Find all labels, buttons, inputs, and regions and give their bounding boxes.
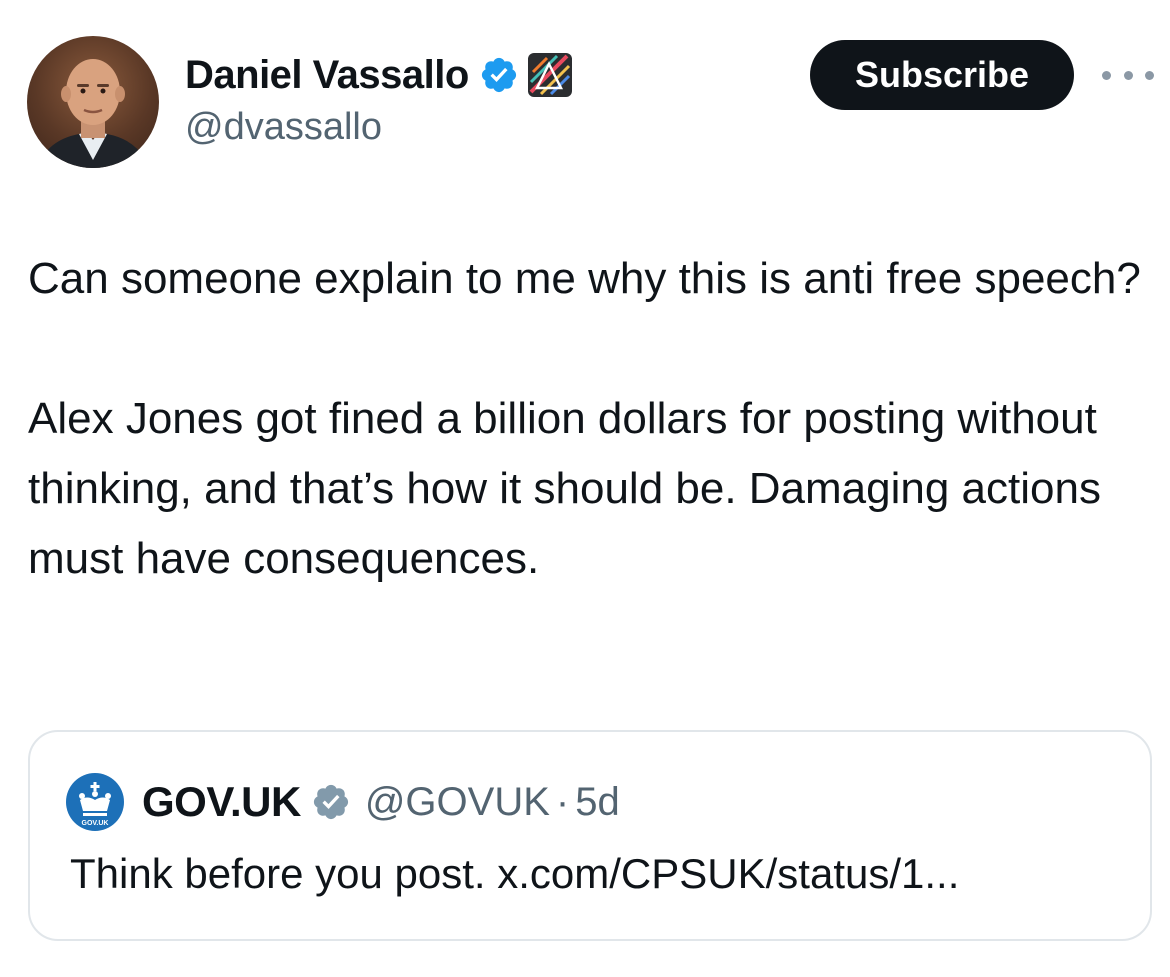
verified-badge-icon[interactable] (479, 55, 519, 95)
quoted-tweet-header: GOV.UK GOV.UK @GOVUK · 5d (66, 773, 620, 831)
more-dot (1123, 70, 1133, 80)
author-avatar[interactable] (27, 36, 159, 168)
more-dot (1145, 70, 1154, 80)
tweet-text: Can someone explain to me why this is an… (28, 244, 1148, 594)
author-name-row: Daniel Vassallo (185, 50, 573, 100)
quoted-display-name[interactable]: GOV.UK (142, 778, 301, 826)
gov-verified-badge-icon[interactable] (311, 782, 351, 822)
quoted-tweet-text[interactable]: Think before you post. x.com/CPSUK/statu… (70, 850, 959, 898)
author-display-name[interactable]: Daniel Vassallo (185, 53, 469, 98)
author-avatar-image (37, 59, 149, 168)
quoted-tweet[interactable]: GOV.UK GOV.UK @GOVUK · 5d Think before y… (28, 730, 1152, 941)
govuk-avatar-label: GOV.UK (82, 820, 109, 827)
quoted-handle[interactable]: @GOVUK (365, 780, 550, 825)
tweet[interactable]: Daniel Vassallo @dvassallo Subscribe Can… (0, 0, 1170, 977)
quoted-timestamp[interactable]: 5d (575, 780, 620, 825)
affiliate-badge-icon[interactable] (527, 52, 573, 98)
more-dot (1102, 70, 1111, 80)
quoted-separator: · (555, 779, 570, 824)
more-options-icon[interactable] (1100, 60, 1156, 90)
govuk-crown-icon[interactable]: GOV.UK (66, 773, 124, 831)
subscribe-button[interactable]: Subscribe (810, 40, 1074, 110)
tweet-paragraph: Alex Jones got fined a billion dollars f… (28, 394, 1101, 583)
tweet-paragraph: Can someone explain to me why this is an… (28, 254, 1141, 303)
author-handle[interactable]: @dvassallo (185, 106, 382, 149)
